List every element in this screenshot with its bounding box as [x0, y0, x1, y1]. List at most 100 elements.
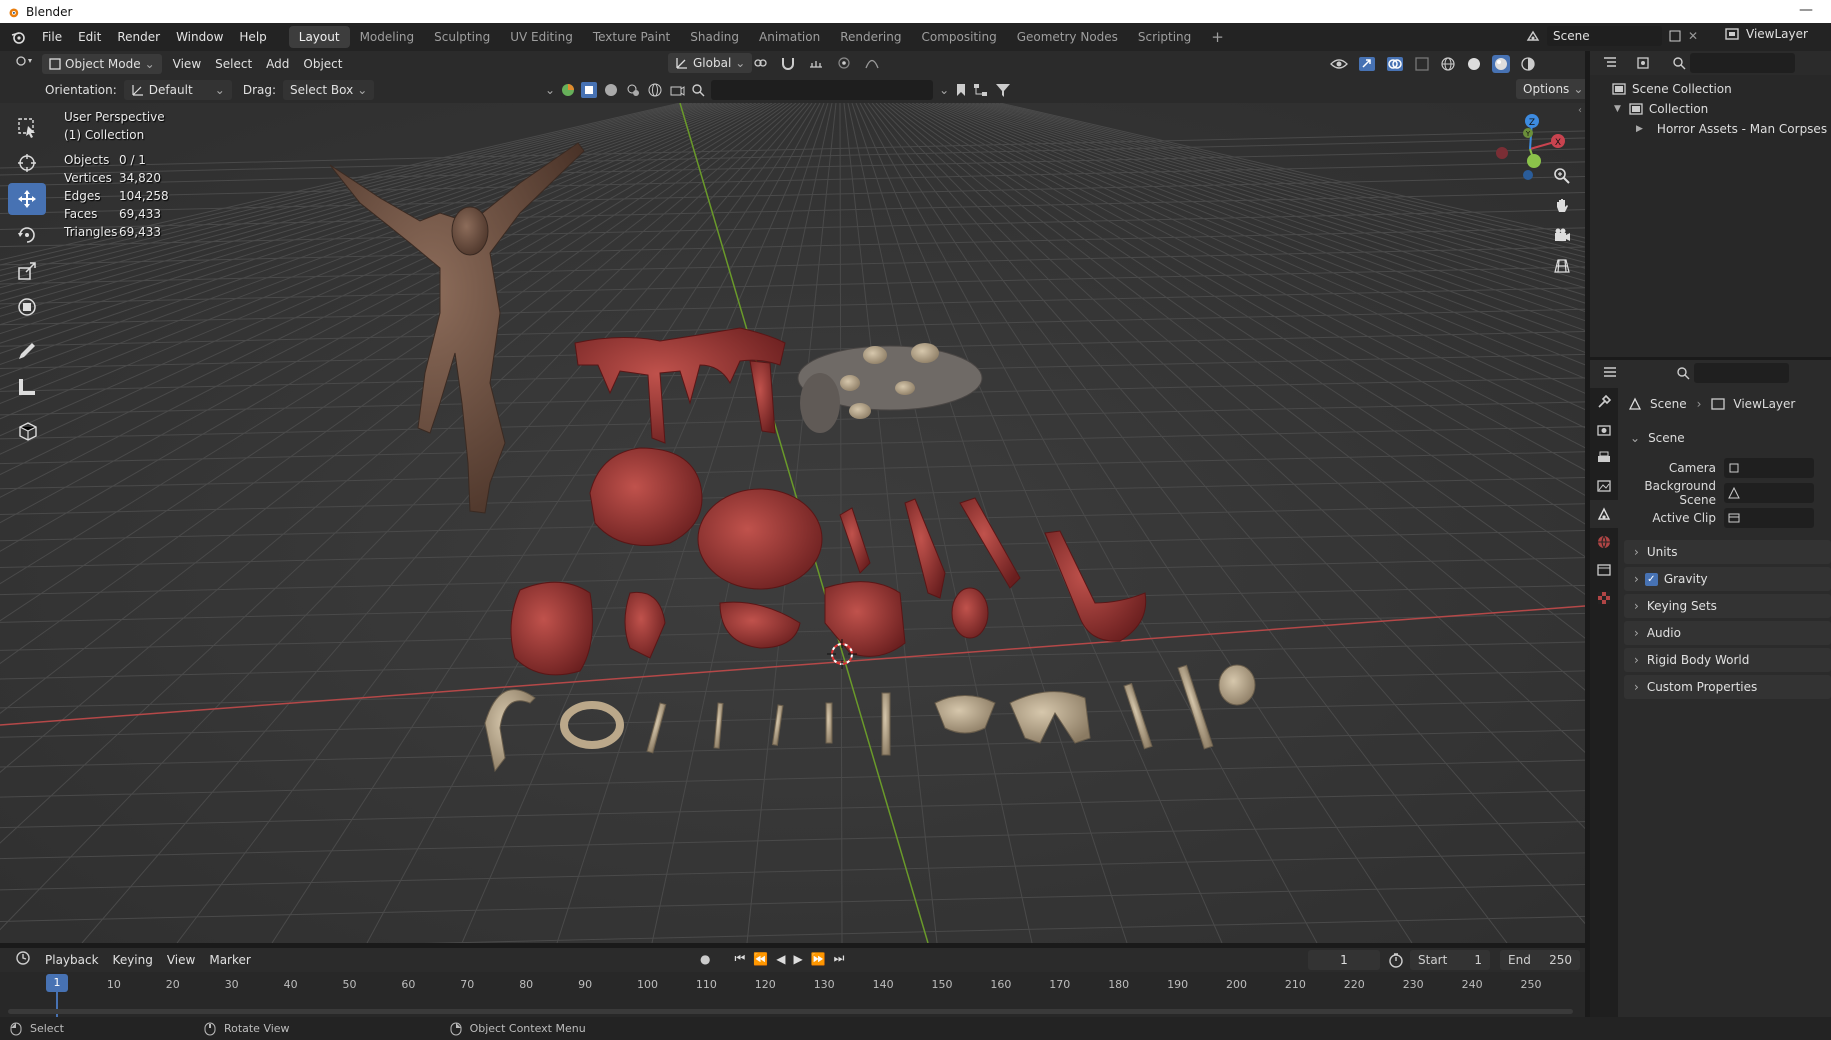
menu-edit[interactable]: Edit — [70, 26, 109, 48]
falloff-curve-icon[interactable] — [864, 55, 880, 71]
menu-help[interactable]: Help — [231, 26, 274, 48]
tab-collection[interactable] — [1590, 556, 1618, 584]
panel-custom-properties[interactable]: › Custom Properties — [1624, 675, 1831, 699]
jump-keyframe-forward-icon[interactable]: ⏩ — [811, 952, 826, 966]
camera-filter-icon[interactable] — [669, 82, 685, 98]
world-filter-icon[interactable] — [647, 82, 663, 98]
panel-audio[interactable]: › Audio — [1624, 621, 1831, 645]
tree-item-scene-collection[interactable]: Scene Collection — [1590, 79, 1831, 99]
overlays-toggle-icon[interactable] — [1386, 56, 1404, 72]
filter-funnel-icon[interactable] — [995, 82, 1011, 98]
tool-add-cube[interactable] — [8, 415, 46, 447]
tool-select-box[interactable] — [8, 111, 46, 143]
tab-texture-paint[interactable]: Texture Paint — [583, 26, 680, 48]
playhead-marker[interactable]: 1 — [46, 974, 68, 992]
viewlayer-selector[interactable]: ViewLayer — [1724, 26, 1808, 42]
stopwatch-icon[interactable] — [1388, 952, 1404, 968]
tab-layout[interactable]: Layout — [288, 26, 350, 48]
scene-assets[interactable] — [0, 103, 1585, 943]
shading-solid-icon[interactable] — [1466, 56, 1482, 72]
tab-tool[interactable] — [1590, 388, 1618, 416]
jump-to-end-icon[interactable]: ⏭ — [834, 951, 845, 966]
panel-scene-header[interactable]: ⌄ Scene — [1630, 428, 1685, 448]
outliner-editor-icon[interactable] — [1602, 56, 1622, 70]
orientation-dropdown[interactable]: Default ⌄ — [123, 79, 232, 100]
remove-scene-icon[interactable]: ✕ — [1688, 29, 1698, 43]
bookmark-icon[interactable] — [955, 83, 967, 97]
viewport-menu-view[interactable]: View — [166, 54, 208, 74]
blender-menu-icon[interactable] — [10, 29, 26, 45]
tool-scale[interactable] — [8, 255, 46, 287]
camera-view-button[interactable] — [1549, 223, 1575, 249]
tab-texture[interactable] — [1590, 584, 1618, 612]
display-mode-icon[interactable] — [1636, 56, 1656, 70]
tab-rendering[interactable]: Rendering — [830, 26, 911, 48]
area-divider[interactable] — [0, 943, 1585, 948]
options-dropdown[interactable]: Options ⌄ — [1516, 79, 1591, 99]
object-types-icon[interactable] — [603, 82, 619, 98]
viewport-menu-select[interactable]: Select — [208, 54, 259, 74]
tool-measure[interactable] — [8, 371, 46, 403]
timeline-menu-keying[interactable]: Keying — [106, 950, 160, 970]
3d-viewport[interactable]: User Perspective (1) Collection Objects 0… — [0, 103, 1585, 943]
expand-arrow-icon[interactable]: ▶ — [1636, 124, 1643, 134]
jump-keyframe-back-icon[interactable]: ⏪ — [753, 952, 768, 966]
tab-world[interactable] — [1590, 528, 1618, 556]
ortho-toggle-button[interactable] — [1549, 253, 1575, 279]
tool-rotate[interactable] — [8, 219, 46, 251]
timeline-menu-view[interactable]: View — [160, 950, 202, 970]
tab-sculpting[interactable]: Sculpting — [424, 26, 500, 48]
gravity-checkbox[interactable]: ✓ — [1644, 572, 1658, 586]
timeline-editor-type[interactable] — [8, 950, 38, 970]
material-ball-icon[interactable] — [561, 83, 575, 97]
tree-item-collection[interactable]: ▼ Collection — [1590, 99, 1831, 119]
expand-arrow-icon[interactable]: ▼ — [1614, 104, 1621, 114]
tool-cursor[interactable] — [8, 147, 46, 179]
scene-name-field[interactable]: Scene — [1547, 26, 1662, 46]
scene-selector[interactable]: Scene ✕ — [1525, 26, 1698, 46]
hierarchy-icon[interactable] — [973, 83, 989, 97]
shading-wireframe-icon[interactable] — [1440, 56, 1456, 72]
chevron-down-icon[interactable]: ⌄ — [939, 83, 949, 97]
auto-keying-record-icon[interactable]: ● — [700, 952, 710, 966]
tool-annotate[interactable] — [8, 335, 46, 367]
properties-editor-icon[interactable] — [1602, 366, 1622, 380]
panel-units[interactable]: › Units — [1624, 540, 1831, 564]
tab-output[interactable] — [1590, 444, 1618, 472]
panel-keying-sets[interactable]: › Keying Sets — [1624, 594, 1831, 618]
play-icon[interactable]: ▶ — [793, 952, 802, 966]
menu-render[interactable]: Render — [109, 26, 168, 48]
chevron-down-icon[interactable]: ⌄ — [545, 83, 555, 97]
tab-view-layer[interactable] — [1590, 472, 1618, 500]
timeline-menu-marker[interactable]: Marker — [202, 950, 257, 970]
start-frame-field[interactable]: Start 1 — [1410, 950, 1490, 970]
tab-shading[interactable]: Shading — [680, 26, 749, 48]
tool-transform[interactable] — [8, 291, 46, 323]
select-object-icon[interactable] — [581, 82, 598, 98]
tab-render[interactable] — [1590, 416, 1618, 444]
tab-uv-editing[interactable]: UV Editing — [500, 26, 583, 48]
proportional-editing-icon[interactable] — [836, 55, 852, 71]
new-scene-icon[interactable] — [1668, 29, 1682, 43]
tab-compositing[interactable]: Compositing — [911, 26, 1006, 48]
viewlayer-name[interactable]: ViewLayer — [1746, 27, 1808, 41]
panel-rigid-body-world[interactable]: › Rigid Body World — [1624, 648, 1831, 672]
menu-file[interactable]: File — [34, 26, 70, 48]
background-scene-field[interactable] — [1724, 483, 1814, 503]
snap-magnet-icon[interactable] — [780, 55, 796, 71]
minimize-button[interactable]: — — [1799, 2, 1813, 18]
gizmo-toggle-icon[interactable] — [1358, 56, 1376, 72]
tree-item-object[interactable]: ▶ Horror Assets - Man Corpses Pac — [1590, 119, 1831, 139]
area-divider[interactable] — [1590, 357, 1831, 360]
light-filter-icon[interactable] — [625, 82, 641, 98]
tab-scripting[interactable]: Scripting — [1128, 26, 1201, 48]
drag-dropdown[interactable]: Select Box ⌄ — [283, 79, 375, 100]
outliner-search-input[interactable] — [1690, 53, 1795, 73]
play-reverse-icon[interactable]: ◀ — [776, 952, 785, 966]
editor-type-button[interactable] — [8, 54, 42, 74]
camera-field[interactable] — [1724, 458, 1814, 478]
snap-increment-icon[interactable] — [808, 55, 824, 71]
timeline-area[interactable]: 10 20 30 40 50 60 70 80 90 100 110 120 130 140 150 160 1… — [0, 972, 1585, 1017]
pan-view-button[interactable] — [1549, 193, 1575, 219]
panel-gravity[interactable]: › ✓ Gravity — [1624, 567, 1831, 591]
